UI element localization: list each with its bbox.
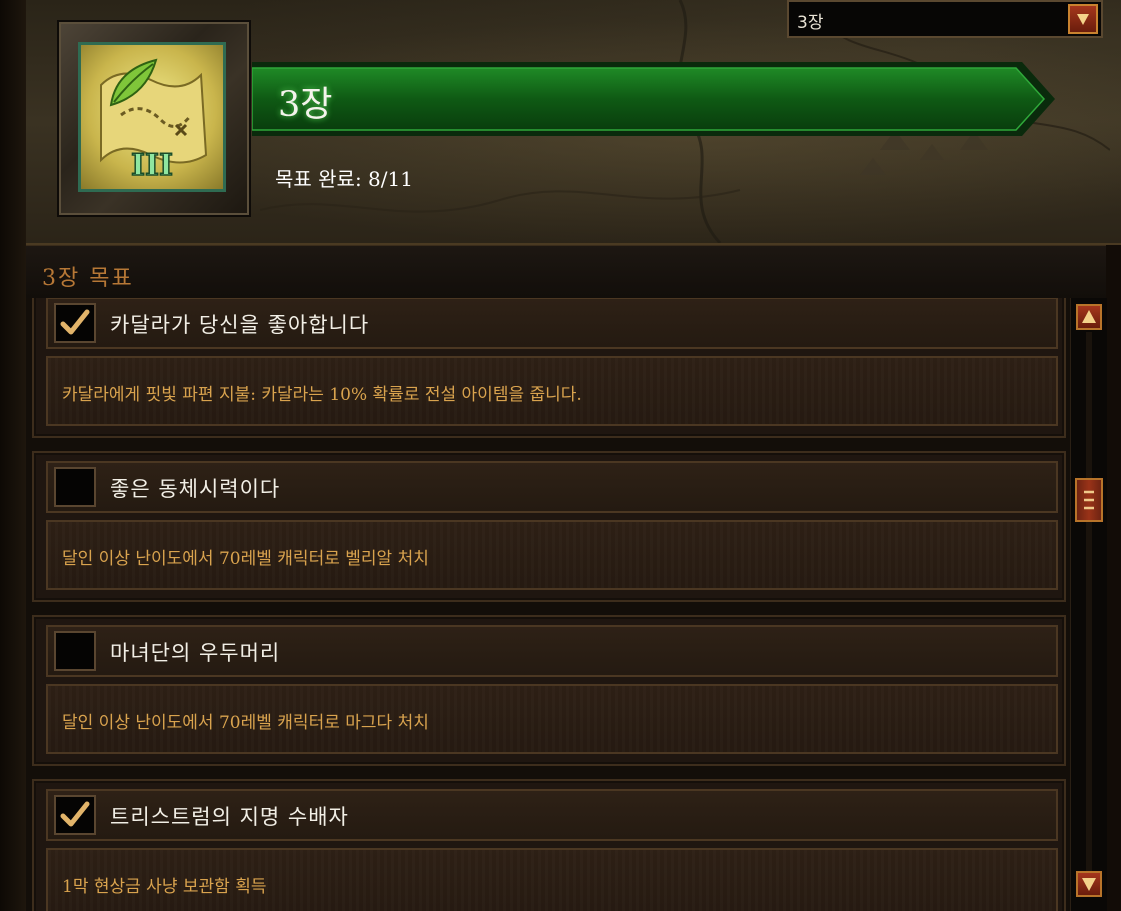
objective-description: 카달라에게 핏빛 파편 지불: 카달라는 10% 확률로 전설 아이템을 줍니다… — [62, 385, 582, 405]
objective-list[interactable]: 카달라가 당신을 좋아합니다 카달라에게 핏빛 파편 지불: 카달라는 10% … — [26, 298, 1070, 911]
objective-card: 트리스트럼의 지명 수배자 1막 현상금 사냥 보관함 획득 — [32, 779, 1066, 911]
objective-card: 마녀단의 우두머리 달인 이상 난이도에서 70레벨 캐릭터로 마그다 처치 — [32, 615, 1066, 766]
scrollbar[interactable] — [1070, 298, 1107, 911]
objective-description: 달인 이상 난이도에서 70레벨 캐릭터로 마그다 처치 — [62, 713, 429, 733]
objective-body: 달인 이상 난이도에서 70레벨 캐릭터로 벨리알 처치 — [46, 520, 1058, 590]
section-header: 3장 목표 — [26, 245, 1106, 299]
objective-checkbox — [54, 631, 96, 671]
scroll-track[interactable] — [1086, 332, 1092, 877]
leaf-map-icon: III — [78, 42, 226, 192]
chapter-title: 3장 — [278, 85, 333, 125]
scroll-thumb[interactable] — [1075, 478, 1103, 522]
objective-title: 카달라가 당신을 좋아합니다 — [110, 313, 370, 337]
objective-header: 좋은 동체시력이다 — [46, 461, 1058, 513]
arrow-down-icon[interactable] — [1068, 4, 1098, 34]
title-banner — [252, 62, 1055, 136]
badge-numeral: III — [131, 148, 173, 183]
objective-body: 달인 이상 난이도에서 70레벨 캐릭터로 마그다 처치 — [46, 684, 1058, 754]
objectives-progress: 목표 완료: 8/11 — [275, 167, 413, 191]
scroll-down-button[interactable] — [1076, 871, 1102, 897]
arrow-up-icon — [1082, 310, 1096, 323]
left-edge — [0, 0, 26, 911]
chapter-select-dropdown[interactable]: 3장 — [787, 0, 1103, 38]
objective-header: 트리스트럼의 지명 수배자 — [46, 789, 1058, 841]
checkmark-icon — [60, 801, 90, 827]
chapter-select-value: 3장 — [797, 13, 824, 33]
objective-checkbox — [54, 467, 96, 507]
objective-checkbox — [54, 303, 96, 343]
chapter-header: 3장 III 3장 목표 완료: 8/11 — [0, 0, 1121, 245]
scroll-up-button[interactable] — [1076, 304, 1102, 330]
objective-title: 좋은 동체시력이다 — [110, 477, 281, 501]
arrow-down-icon — [1082, 878, 1096, 891]
objective-body: 카달라에게 핏빛 파편 지불: 카달라는 10% 확률로 전설 아이템을 줍니다… — [46, 356, 1058, 426]
objective-title: 마녀단의 우두머리 — [110, 641, 281, 665]
objective-card: 카달라가 당신을 좋아합니다 카달라에게 핏빛 파편 지불: 카달라는 10% … — [32, 298, 1066, 438]
objective-description: 달인 이상 난이도에서 70레벨 캐릭터로 벨리알 처치 — [62, 549, 429, 569]
objective-card: 좋은 동체시력이다 달인 이상 난이도에서 70레벨 캐릭터로 벨리알 처치 — [32, 451, 1066, 602]
objective-body: 1막 현상금 사냥 보관함 획득 — [46, 848, 1058, 911]
objective-description: 1막 현상금 사냥 보관함 획득 — [62, 877, 267, 897]
section-title: 3장 목표 — [42, 266, 134, 291]
objective-header: 마녀단의 우두머리 — [46, 625, 1058, 677]
objective-checkbox — [54, 795, 96, 835]
objective-header: 카달라가 당신을 좋아합니다 — [46, 298, 1058, 349]
objective-title: 트리스트럼의 지명 수배자 — [110, 805, 349, 829]
checkmark-icon — [60, 309, 90, 335]
